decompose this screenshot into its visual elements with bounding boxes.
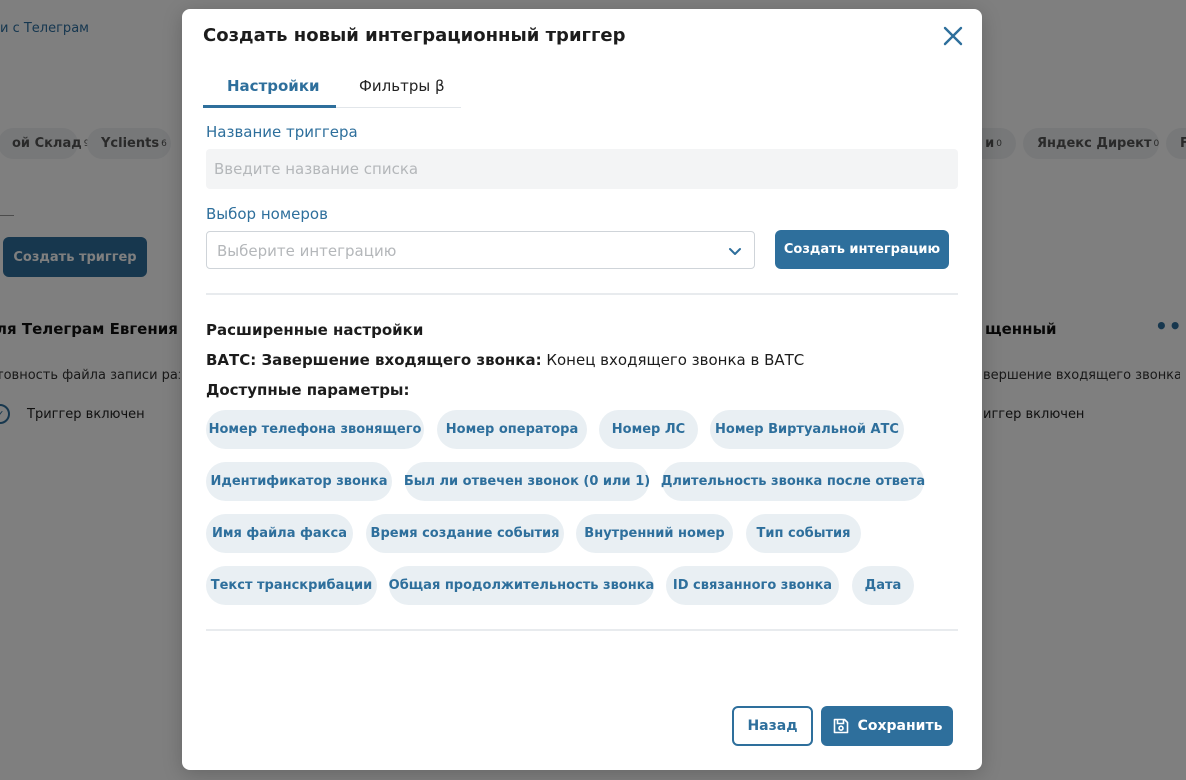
save-button[interactable]: Сохранить [821,706,953,746]
create-trigger-modal: Создать новый интеграционный триггер Нас… [182,9,982,770]
param-chip[interactable]: Внутренний номер [576,514,733,553]
param-chip[interactable]: Номер Виртуальной АТС [710,410,904,449]
param-chip[interactable]: Текст транскрибации [206,566,377,605]
save-button-label: Сохранить [857,718,943,734]
trigger-name-input[interactable] [206,149,958,189]
param-chip[interactable]: Длительность звонка после ответа [661,462,925,501]
save-icon [832,717,850,735]
param-chip[interactable]: Был ли отвечен звонок (0 или 1) [404,462,650,501]
tab-bar: Настройки Фильтры β [203,69,461,108]
tab-settings[interactable]: Настройки [227,77,320,95]
param-chip[interactable]: Тип события [746,514,861,553]
tab-filters[interactable]: Фильтры β [359,77,445,95]
integration-select[interactable]: Выберите интеграцию [206,231,755,269]
create-integration-button[interactable]: Создать интеграцию [775,230,949,269]
modal-title: Создать новый интеграционный триггер [203,25,626,46]
param-chip[interactable]: Номер ЛС [599,410,698,449]
event-value: Конец входящего звонка в ВАТС [541,351,805,369]
integration-select-placeholder: Выберите интеграцию [217,242,397,260]
advanced-settings-title: Расширенные настройки [206,321,424,339]
param-chip[interactable]: Номер оператора [437,410,587,449]
event-type: ВАТС: Завершение входящего звонка: [206,351,542,369]
divider [206,629,958,631]
param-chip[interactable]: Время создание события [366,514,564,553]
param-chip[interactable]: ID связанного звонка [666,566,839,605]
event-description: ВАТС: Завершение входящего звонка: Конец… [206,351,804,369]
active-tab-indicator [203,105,336,108]
divider [206,293,958,295]
numbers-label: Выбор номеров [206,205,328,223]
param-chip[interactable]: Номер телефона звонящего [206,410,424,449]
chevron-down-icon [727,243,743,259]
trigger-name-label: Название триггера [206,123,358,141]
param-chip[interactable]: Дата [852,566,914,605]
available-params-title: Доступные параметры: [206,381,410,399]
param-chip[interactable]: Идентификатор звонка [206,462,392,501]
param-chip[interactable]: Имя файла факса [206,514,353,553]
close-icon[interactable] [940,23,966,49]
back-button[interactable]: Назад [732,706,813,746]
param-chip[interactable]: Общая продолжительность звонка [389,566,654,605]
